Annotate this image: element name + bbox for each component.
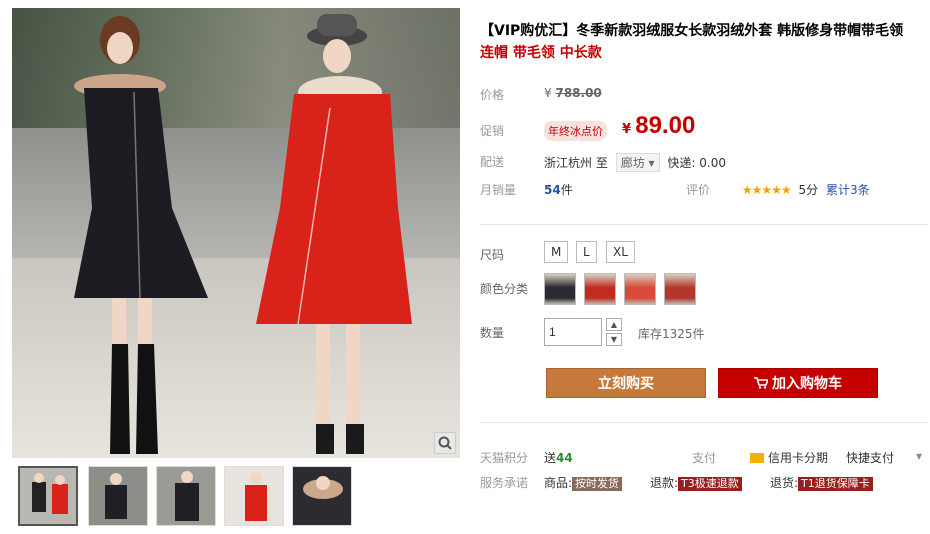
color-swatch-4[interactable]	[664, 273, 696, 305]
add-to-cart-button[interactable]: 加入购物车	[718, 368, 878, 398]
service-goods: 商品: 按时发货	[544, 474, 623, 491]
ship-from: 浙江杭州	[544, 156, 593, 170]
quick-pay-link[interactable]: 快捷支付	[846, 449, 894, 466]
credit-installment[interactable]: 信用卡分期	[750, 449, 828, 466]
rating-label: 评价	[686, 183, 711, 197]
shipping-info: 浙江杭州 至 廊坊 ▾ 快递: 0.00	[544, 153, 726, 172]
main-product-image[interactable]	[12, 8, 460, 458]
ship-to-word: 至	[595, 156, 608, 170]
pay-label: 支付	[692, 451, 717, 465]
zoom-icon[interactable]	[434, 432, 456, 454]
service-refund: 退款: T3极速退款	[650, 474, 742, 491]
product-gallery	[8, 6, 460, 534]
shipping-label: 配送	[480, 155, 505, 169]
points-text: 送	[544, 451, 557, 465]
thumbnail-5[interactable]	[292, 466, 352, 526]
color-swatch-1[interactable]	[544, 273, 576, 305]
color-swatch-1-fill	[545, 274, 575, 304]
title-main: 【VIP购优汇】冬季新款羽绒服女长款羽绒外套 韩版修身带帽带毛领	[480, 23, 904, 39]
quantity-input[interactable]	[544, 318, 602, 346]
thumbnail-2[interactable]	[88, 466, 148, 526]
points-value: 44	[556, 451, 573, 465]
divider	[480, 224, 928, 225]
size-option-xl[interactable]: XL	[606, 241, 635, 263]
rating-score: 5分	[798, 183, 819, 197]
chevron-down-icon[interactable]: ▾	[916, 449, 922, 463]
ship-fee: 快递: 0.00	[667, 156, 726, 170]
ontime-ship-tag[interactable]: 按时发货	[572, 477, 623, 491]
size-option-m[interactable]: M	[544, 241, 569, 263]
ship-destination: 廊坊	[620, 156, 645, 170]
rating-stars-icon: ★★★★★	[741, 183, 792, 197]
size-label: 尺码	[480, 248, 505, 262]
product-title: 【VIP购优汇】冬季新款羽绒服女长款羽绒外套 韩版修身带帽带毛领 连帽 带毛领 …	[480, 20, 930, 64]
return-guarantee-tag[interactable]: T1退货保障卡	[798, 477, 873, 491]
ship-destination-select[interactable]: 廊坊 ▾	[615, 153, 660, 172]
sales-label: 月销量	[480, 183, 517, 197]
thumbnail-1[interactable]	[18, 466, 78, 526]
cart-icon	[754, 377, 770, 389]
color-label: 颜色分类	[480, 282, 529, 296]
service-row: 服务承诺 商品: 按时发货 退款: T3极速退款 退货: T1退货保障卡	[480, 474, 928, 491]
product-info-panel: 【VIP购优汇】冬季新款羽绒服女长款羽绒外套 韩版修身带帽带毛领 连帽 带毛领 …	[478, 0, 930, 534]
stock-count: 库存1325件	[638, 327, 705, 341]
color-swatch-2-fill	[585, 274, 615, 304]
promo-label: 促销	[480, 124, 505, 138]
sales-count: 54	[544, 183, 561, 197]
promo-currency: ¥	[622, 122, 632, 137]
monthly-sales: 54件	[544, 181, 573, 198]
promo-price: ¥ 89.00	[622, 112, 695, 140]
thumbnail-strip	[18, 466, 458, 532]
promo-tag: 年终冰点价	[544, 121, 607, 141]
sales-unit: 件	[560, 183, 573, 197]
quantity-increase-icon[interactable]: ▲	[606, 318, 622, 331]
quantity-label: 数量	[480, 326, 505, 340]
service-goods-label: 商品:	[544, 476, 573, 490]
fast-refund-tag[interactable]: T3极速退款	[678, 477, 742, 491]
buy-now-button[interactable]: 立刻购买	[546, 368, 706, 398]
rating-reviews-link[interactable]: 累计3条	[826, 183, 870, 197]
chevron-down-icon: ▾	[648, 156, 655, 170]
price-label: 价格	[480, 88, 505, 102]
add-to-cart-label: 加入购物车	[772, 376, 842, 392]
color-swatch-3[interactable]	[624, 273, 656, 305]
thumbnail-4[interactable]	[224, 466, 284, 526]
service-return-label: 退货:	[770, 476, 799, 490]
points-label: 天猫积分	[480, 451, 529, 465]
color-swatch-2[interactable]	[584, 273, 616, 305]
title-sub: 连帽 带毛领 中长款	[480, 45, 602, 61]
service-return: 退货: T1退货保障卡	[770, 474, 873, 491]
promo-price-value: 89.00	[635, 112, 696, 139]
size-option-l[interactable]: L	[576, 241, 597, 263]
service-refund-label: 退款:	[650, 476, 679, 490]
divider	[480, 422, 928, 423]
original-price-currency: ¥	[544, 86, 552, 100]
color-swatch-3-fill	[625, 274, 655, 304]
color-swatch-4-fill	[665, 274, 695, 304]
quantity-decrease-icon[interactable]: ▼	[606, 333, 622, 346]
original-price: ¥ 788.00	[544, 86, 602, 100]
thumbnail-3[interactable]	[156, 466, 216, 526]
points-info: 送44	[544, 449, 573, 466]
rating-block: 评价 ★★★★★ 5分 累计3条	[686, 181, 870, 198]
credit-card-icon	[750, 453, 764, 463]
service-label: 服务承诺	[480, 476, 529, 490]
credit-installment-label: 信用卡分期	[768, 451, 829, 465]
points-row: 天猫积分 送44 支付 信用卡分期 快捷支付 ▾	[480, 449, 928, 466]
models-illustration	[74, 14, 412, 454]
original-price-value: 788.00	[555, 86, 602, 100]
